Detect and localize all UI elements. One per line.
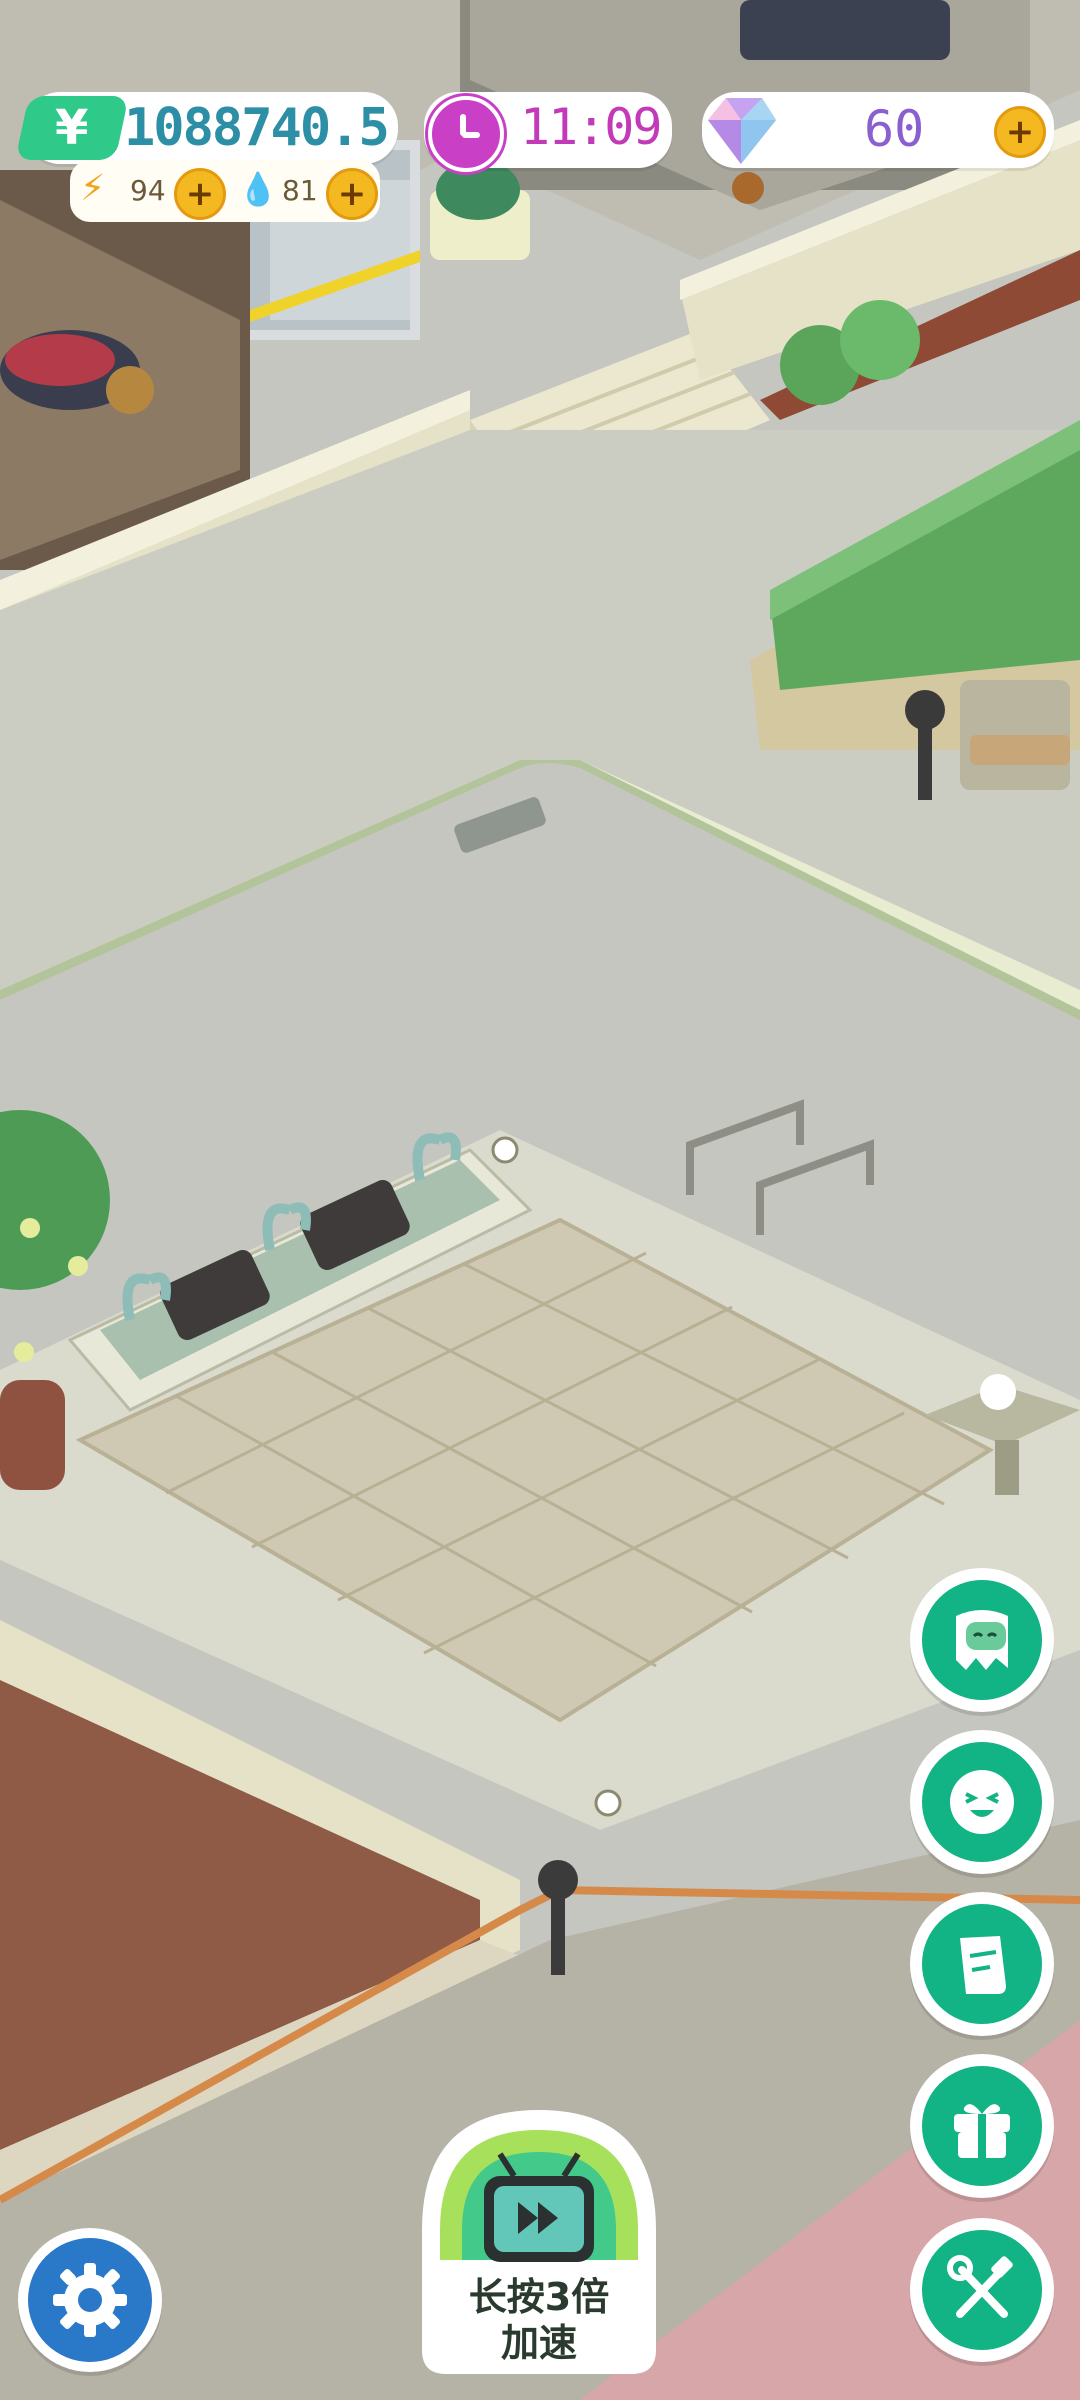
gems-value: 60 — [864, 100, 925, 158]
speed-up-label: 长按3倍 加速 — [422, 2274, 656, 2366]
time-panel: 11:09 — [424, 92, 672, 172]
friends-button[interactable] — [910, 1568, 1054, 1712]
notes-icon — [960, 1936, 1006, 1994]
water-drop-icon: 💧 — [238, 170, 278, 208]
gift-icon — [954, 2104, 1010, 2158]
game-scene — [0, 0, 1080, 2400]
smiley-face-icon — [950, 1770, 1014, 1834]
clock-icon — [428, 96, 504, 172]
build-tools-icon — [947, 2255, 1013, 2318]
gear-icon — [53, 2263, 127, 2337]
notes-button[interactable] — [910, 1892, 1054, 2036]
money-panel[interactable]: ¥ 1088740.5 — [15, 92, 398, 164]
gems-panel[interactable]: 60 + — [702, 92, 1054, 168]
social-button[interactable] — [910, 1730, 1054, 1874]
money-value: 1088740.5 — [124, 98, 390, 158]
add-water-button[interactable]: + — [326, 168, 378, 220]
time-value: 11:09 — [520, 98, 663, 156]
build-tools-button[interactable] — [910, 2218, 1054, 2362]
diamond-gem-icon — [708, 98, 776, 164]
add-energy-button[interactable]: + — [174, 168, 226, 220]
energy-value: 94 — [130, 174, 166, 207]
gift-button[interactable] — [910, 2054, 1054, 2198]
ghost-friend-icon — [956, 1610, 1008, 1670]
yen-icon: ¥ — [15, 96, 129, 160]
speed-label-line1: 长按3倍 — [468, 2275, 610, 2319]
add-gems-button[interactable]: + — [994, 106, 1046, 158]
speed-up-button[interactable]: 长按3倍 加速 — [422, 2110, 656, 2374]
settings-button[interactable] — [18, 2228, 162, 2372]
resource-subpanel: ⚡ 94 + 💧 81 + — [70, 160, 380, 222]
speed-label-line2: 加速 — [500, 2321, 577, 2365]
energy-bolt-icon: ⚡ — [80, 168, 106, 209]
water-value: 81 — [282, 174, 318, 207]
